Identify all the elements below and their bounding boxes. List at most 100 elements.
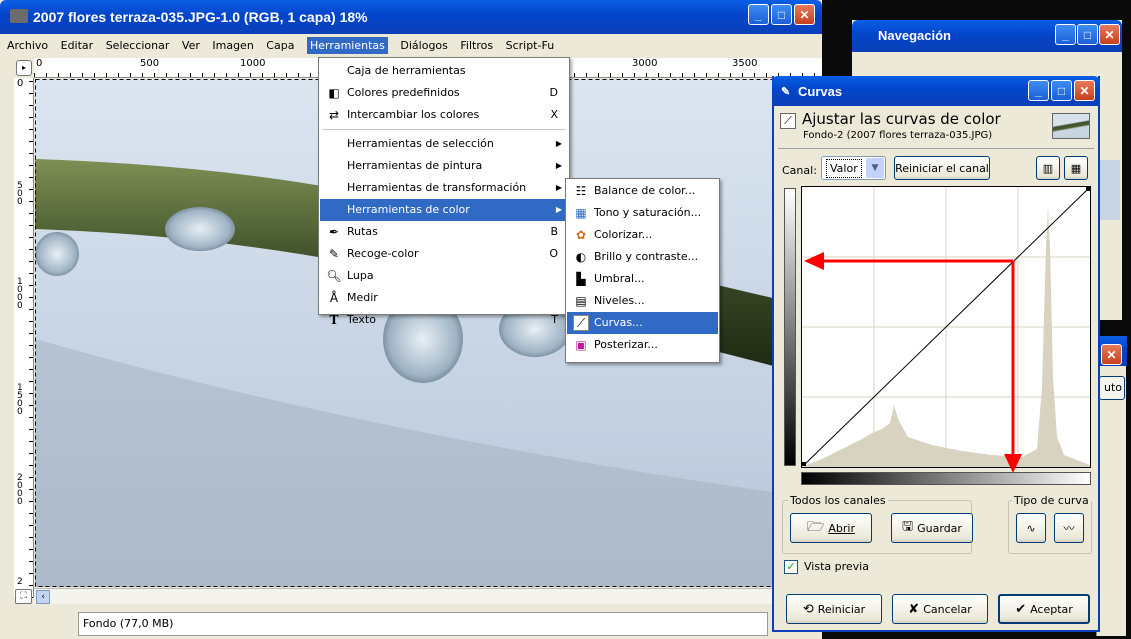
menu-editar[interactable]: Editar xyxy=(61,39,94,52)
menu-item-lupa[interactable]: 🔍︎ Lupa xyxy=(320,265,568,287)
menu-capa[interactable]: Capa xyxy=(266,39,294,52)
cancelar-button[interactable]: ✘ Cancelar xyxy=(892,594,988,624)
vista-previa-label[interactable]: Vista previa xyxy=(804,560,869,573)
submenu-arrow-icon: ▶ xyxy=(555,161,562,170)
menu-item-label: Herramientas de color xyxy=(347,203,470,216)
layers-close-button[interactable]: ✕ xyxy=(1101,344,1122,365)
ruler-top-label: 0 xyxy=(36,58,43,69)
layers-window-partial: ✕ uto xyxy=(1096,336,1127,636)
maximize-button[interactable]: □ xyxy=(771,4,792,25)
horizontal-scrollbar[interactable]: ‹ xyxy=(34,588,822,604)
todos-canales-label: Todos los canales xyxy=(788,494,888,507)
tipo-curva-label: Tipo de curva xyxy=(1012,494,1091,507)
menu-item-label: Texto xyxy=(347,313,376,326)
curves-icon: ⟋ xyxy=(573,315,589,331)
menu-item-texto[interactable]: T Texto T xyxy=(320,309,568,331)
submenu-brillo-contraste[interactable]: ◐ Brillo y contraste... xyxy=(567,246,718,268)
menu-item-label: Herramientas de pintura xyxy=(347,159,483,172)
submenu-colorizar[interactable]: ✿ Colorizar... xyxy=(567,224,718,246)
abrir-button[interactable]: 🗁 Abrir xyxy=(790,513,872,543)
freehand-curve-button[interactable]: 〰 xyxy=(1054,513,1084,543)
curvas-dialog: ✎ Curvas _ □ ✕ ⟋ Ajustar las curvas de c… xyxy=(772,76,1100,632)
shortcut-label: B xyxy=(550,225,558,238)
menu-item-herramientas-pintura[interactable]: Herramientas de pintura ▶ xyxy=(320,155,568,177)
menu-item-label: Intercambiar los colores xyxy=(347,108,480,121)
menu-item-herramientas-transformacion[interactable]: Herramientas de transformación ▶ xyxy=(320,177,568,199)
posterize-icon: ▣ xyxy=(575,338,587,352)
menu-item-label: Herramientas de selección xyxy=(347,137,494,150)
submenu-curvas[interactable]: ⟋ Curvas... xyxy=(567,312,718,334)
ok-icon: ✔ xyxy=(1015,601,1027,617)
reiniciar-button[interactable]: ⟲ Reiniciar xyxy=(786,594,882,624)
menu-archivo[interactable]: Archivo xyxy=(7,39,48,52)
image-window-titlebar[interactable]: 2007 flores terraza-035.JPG-1.0 (RGB, 1 … xyxy=(0,0,822,34)
submenu-tono-saturacion[interactable]: ▦ Tono y saturación... xyxy=(567,202,718,224)
menu-item-label: Balance de color... xyxy=(594,184,696,197)
menu-script-fu[interactable]: Script-Fu xyxy=(506,39,555,52)
menu-imagen[interactable]: Imagen xyxy=(212,39,253,52)
smooth-curve-button[interactable]: ∿ xyxy=(1016,513,1046,543)
cancel-icon: ✘ xyxy=(908,601,920,617)
navegacion-close-button[interactable]: ✕ xyxy=(1099,24,1120,45)
navegacion-minimize-button[interactable]: _ xyxy=(1055,24,1076,45)
menu-item-label: Posterizar... xyxy=(594,338,658,351)
menu-seleccionar[interactable]: Seleccionar xyxy=(106,39,170,52)
auto-button[interactable]: uto xyxy=(1099,376,1125,400)
menu-item-medir[interactable]: Å Medir xyxy=(320,287,568,309)
menu-item-label: Lupa xyxy=(347,269,374,282)
menu-item-label: Curvas... xyxy=(594,316,643,329)
navegacion-maximize-button[interactable]: □ xyxy=(1077,24,1098,45)
menu-dialogos[interactable]: Diálogos xyxy=(400,39,448,52)
ruler-left-label: 2 xyxy=(17,577,23,587)
menu-separator xyxy=(322,129,566,130)
ruler-left-label: 0 xyxy=(17,78,24,89)
navegacion-titlebar[interactable]: Navegación _ □ ✕ xyxy=(852,20,1122,52)
status-bar: Fondo (77,0 MB) xyxy=(0,606,822,639)
menu-item-label: Recoge-color xyxy=(347,247,419,260)
menu-item-colores-predefinidos[interactable]: ◧ Colores predefinidos D xyxy=(320,82,568,104)
menu-item-label: Medir xyxy=(347,291,378,304)
submenu-arrow-icon: ▶ xyxy=(555,183,562,192)
menubar: Archivo Editar Seleccionar Ver Imagen Ca… xyxy=(0,36,822,56)
gimp-wilber-icon xyxy=(10,9,28,23)
text-icon: T xyxy=(329,313,339,327)
cancelar-label: Cancelar xyxy=(923,602,972,616)
navigate-button[interactable]: ⛶ xyxy=(15,589,32,604)
minimize-button[interactable]: _ xyxy=(748,4,769,25)
ruler-left-label: 5 0 0 xyxy=(17,181,23,207)
navegacion-preview[interactable] xyxy=(1100,160,1120,220)
shortcut-label: T xyxy=(551,313,558,326)
menu-ver[interactable]: Ver xyxy=(182,39,200,52)
hue-saturation-icon: ▦ xyxy=(575,206,587,220)
colorize-icon: ✿ xyxy=(575,228,587,242)
menu-item-label: Brillo y contraste... xyxy=(594,250,699,263)
abrir-label: Abrir xyxy=(828,521,855,535)
menu-item-caja-herramientas[interactable]: Caja de herramientas xyxy=(320,60,568,82)
vista-previa-checkbox[interactable]: ✓ xyxy=(784,560,798,574)
close-button[interactable]: ✕ xyxy=(794,4,815,25)
guardar-button[interactable]: 🖫 Guardar xyxy=(891,513,973,543)
menu-herramientas[interactable]: Herramientas xyxy=(306,37,388,54)
menu-item-recoge-color[interactable]: ✎ Recoge-color O xyxy=(320,243,568,265)
aceptar-button[interactable]: ✔ Aceptar xyxy=(998,594,1090,624)
ruler-left-label: 1 0 0 0 xyxy=(17,277,23,311)
menu-item-label: Colorizar... xyxy=(594,228,653,241)
scroll-left-button[interactable]: ‹ xyxy=(36,590,50,604)
menu-filtros[interactable]: Filtros xyxy=(460,39,493,52)
paths-icon: ✒ xyxy=(328,225,340,239)
ruler-origin-button[interactable]: ▸ xyxy=(16,60,32,76)
submenu-umbral[interactable]: ▙ Umbral... xyxy=(567,268,718,290)
shortcut-label: X xyxy=(550,108,558,121)
ruler-top-label: 3000 xyxy=(632,58,658,69)
color-balance-icon: ☷ xyxy=(575,184,587,198)
annotation-arrows xyxy=(804,252,1022,473)
threshold-icon: ▙ xyxy=(576,272,586,286)
submenu-posterizar[interactable]: ▣ Posterizar... xyxy=(567,334,718,356)
menu-item-herramientas-color[interactable]: Herramientas de color ▶ xyxy=(320,199,568,221)
submenu-balance-color[interactable]: ☷ Balance de color... xyxy=(567,180,718,202)
menu-item-herramientas-seleccion[interactable]: Herramientas de selección ▶ xyxy=(320,133,568,155)
menu-item-rutas[interactable]: ✒ Rutas B xyxy=(320,221,568,243)
ruler-top-label: 3500 xyxy=(732,58,758,69)
menu-item-intercambiar-colores[interactable]: ⇄ Intercambiar los colores X xyxy=(320,104,568,126)
submenu-niveles[interactable]: ▤ Niveles... xyxy=(567,290,718,312)
